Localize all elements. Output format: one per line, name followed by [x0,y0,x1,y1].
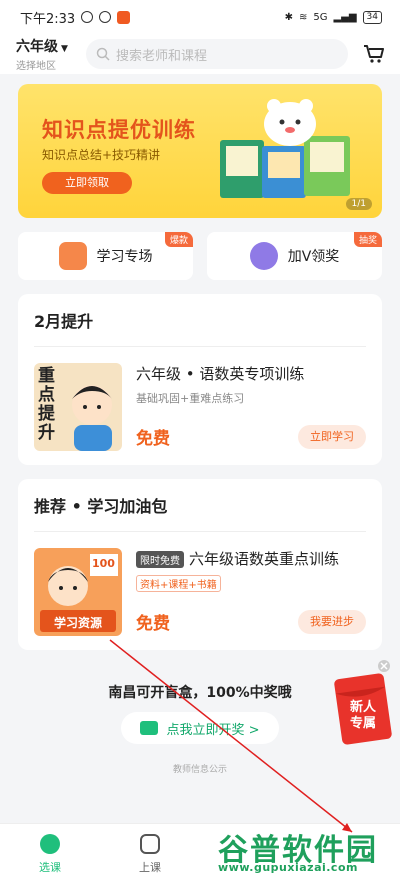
lottery-tag: 抽奖 [353,232,382,247]
bluetooth-icon: ✱ [284,11,293,23]
quick-entry-label: 加V领奖 [287,249,340,265]
battery-icon: 34 [362,10,382,24]
thumb-number: 100 [92,557,115,570]
course-price: 免费 [136,614,170,634]
banner-subtitle: 知识点总结+技巧精讲 [42,148,161,162]
study-now-button[interactable]: 立即学习 [298,425,366,449]
banner-pager: 1/1 [345,198,372,210]
course-card[interactable]: 100 学习资源 限时免费 六年级语数英重点训练 资料+课程+书籍 免费 我要进步 [34,548,366,636]
site-watermark: 谷普软件园 www.gupuxiazai.com [218,825,388,883]
alarm-icon [99,11,112,23]
mute-icon [81,11,94,23]
search-icon [96,47,110,61]
recommend-section: 推荐 • 学习加油包 100 学习资源 限时免费 六年级语数英重点训练 资料+课程… [18,479,382,650]
tab-label: 上课 [139,861,161,874]
open-prize-label: 点我立即开奖 > [166,722,260,738]
red-packet-popup[interactable]: 新人专属 [334,660,394,750]
hot-tag: 爆款 [164,232,193,247]
course-price: 免费 [136,429,170,449]
course-chips: 资料+课程+书籍 [136,575,221,592]
thumb-text: 学习资源 [53,616,102,630]
watermark-url: www.gupuxiazai.com [218,861,358,874]
tab-attend-class[interactable]: 上课 [100,824,200,889]
red-packet-text: 新人专属 [349,700,376,731]
course-subtitle: 基础巩固+重难点练习 [136,392,245,405]
course-card[interactable]: 重点提升 六年级 • 语数英专项训练 基础巩固+重难点练习 免费 立即学习 [34,363,366,451]
search-placeholder: 搜索老师和课程 [116,48,208,64]
status-bar: 下午2:33 ✱ ≋ 5G ▂▄▆ 34 [0,0,400,34]
blind-box-title: 南昌可开盲盒，100%中奖哦 [108,685,292,701]
improve-button[interactable]: 我要进步 [298,610,366,634]
status-time: 下午2:33 [20,11,76,27]
section-title: 2月提升 [34,312,94,331]
network-label: 5G [313,11,328,23]
briefcase-icon [58,242,87,270]
quick-entry-wechat[interactable]: 加V领奖 抽奖 [207,232,382,280]
app-notification-icon [117,10,131,24]
divider [34,346,366,347]
region-label: 选择地区 [16,61,56,72]
banner-claim-button[interactable]: 立即领取 [42,172,132,194]
quick-entry-label: 学习专场 [96,249,153,265]
boy-illustration [72,385,112,451]
grade-selector[interactable]: 六年级 ▼ 选择地区 [16,36,86,72]
section-title: 推荐 • 学习加油包 [34,497,168,516]
promo-banner[interactable]: 知识点提优训练 知识点总结+技巧精讲 立即领取 1/1 [18,84,382,218]
tab-label: 选课 [39,861,61,874]
course-title: 六年级语数英重点训练 [189,550,340,568]
divider [34,531,366,532]
course-thumbnail: 100 学习资源 [34,548,122,636]
feb-section: 2月提升 重点提升 六年级 • 语数英专项训练 基础巩固+重难点练习 免费 立即… [18,294,382,465]
wifi-icon: ≋ [298,11,308,23]
open-prize-button[interactable]: 点我立即开奖 > [121,712,279,744]
banner-title: 知识点提优训练 [42,118,196,142]
limited-free-tag: 限时免费 [136,551,184,568]
quick-entry-study[interactable]: 学习专场 爆款 [18,232,193,280]
course-title: 六年级 • 语数英专项训练 [136,365,305,383]
teacher-info-link[interactable]: 教师信息公示 [18,762,382,775]
quick-entries: 学习专场 爆款 加V领奖 抽奖 [18,232,382,280]
top-header: 六年级 ▼ 选择地区 搜索老师和课程 [0,34,400,74]
books-illustration [220,99,350,198]
course-thumbnail: 重点提升 [34,363,122,451]
cart-icon[interactable] [362,42,386,66]
video-icon [140,721,159,735]
class-icon [140,834,160,854]
tab-select-course[interactable]: 选课 [0,824,100,889]
grade-label: 六年级 [16,39,58,55]
signal-icon: ▂▄▆ [333,11,357,23]
search-input[interactable]: 搜索老师和课程 [86,39,348,69]
caret-down-icon: ▼ [61,44,68,54]
play-circle-icon [40,834,60,854]
gift-bag-icon [249,242,278,270]
